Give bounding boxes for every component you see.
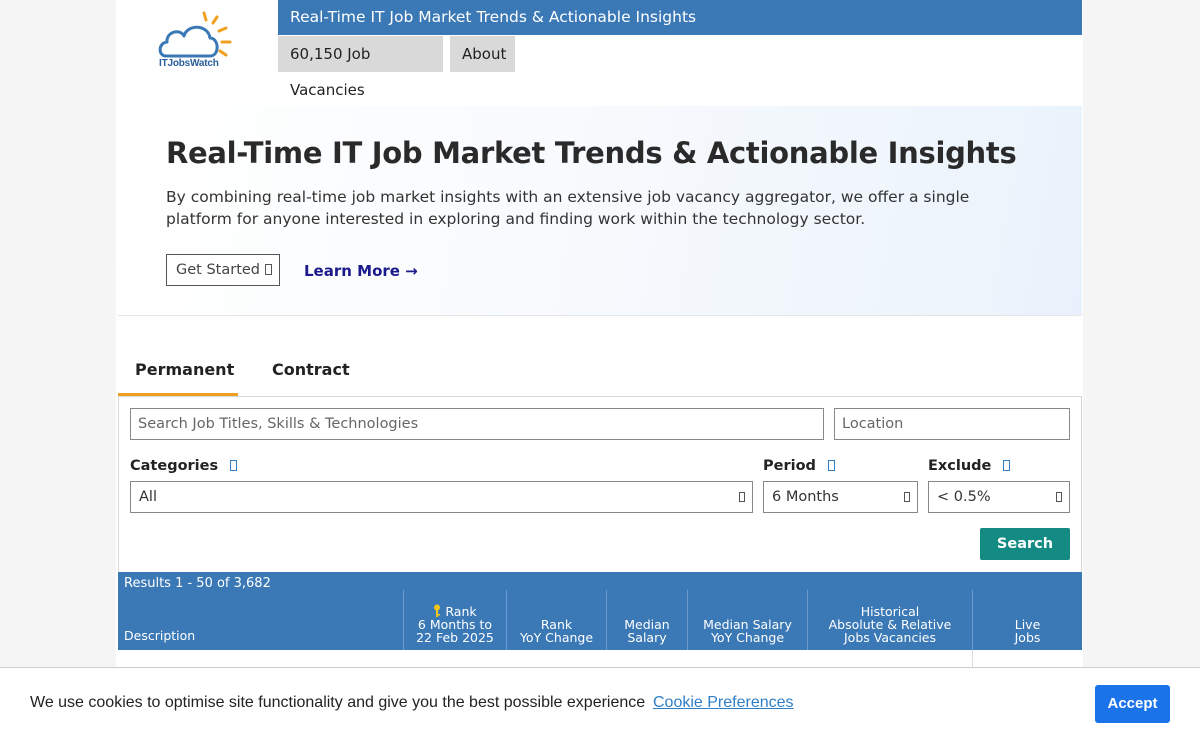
- info-icon[interactable]: [827, 460, 835, 471]
- hero-description: By combining real-time job market insigh…: [166, 188, 970, 228]
- period-value: 6 Months: [772, 489, 839, 505]
- categories-label-text: Categories: [130, 458, 219, 474]
- categories-select[interactable]: All: [130, 481, 753, 513]
- hero-heading: Real-Time IT Job Market Trends & Actiona…: [166, 136, 1017, 170]
- learn-more-link[interactable]: Learn More →: [304, 262, 418, 280]
- column-medyoy-line2: YoY Change: [710, 630, 785, 645]
- hero-section: Real-Time IT Job Market Trends & Actiona…: [118, 106, 1082, 316]
- missing-glyph-icon: [265, 264, 272, 275]
- search-button[interactable]: Search: [980, 528, 1070, 560]
- cookie-accept-button[interactable]: Accept: [1095, 685, 1170, 723]
- dropdown-icon: [739, 492, 745, 502]
- info-icon[interactable]: [1003, 460, 1011, 471]
- exclude-label: Exclude: [928, 458, 1011, 474]
- column-median-salary[interactable]: Median Salary: [606, 590, 687, 650]
- column-rank[interactable]: Rank 6 Months to 22 Feb 2025: [403, 590, 506, 650]
- page-container: ITJobsWatch Real-Time IT Job Market Tren…: [116, 0, 1083, 740]
- location-input[interactable]: Location: [834, 408, 1070, 440]
- info-icon[interactable]: [230, 460, 238, 471]
- site-title-bar: Real-Time IT Job Market Trends & Actiona…: [278, 0, 1082, 35]
- column-hist-line3: Jobs Vacancies: [844, 630, 936, 645]
- period-select[interactable]: 6 Months: [763, 481, 918, 513]
- period-label: Period: [763, 458, 835, 474]
- dropdown-icon: [904, 492, 910, 502]
- column-description[interactable]: Description: [124, 628, 195, 643]
- logo-text: ITJobsWatch: [159, 58, 219, 69]
- search-input[interactable]: Search Job Titles, Skills & Technologies: [130, 408, 824, 440]
- exclude-select[interactable]: < 0.5%: [928, 481, 1070, 513]
- results-count: Results 1 - 50 of 3,682: [124, 576, 271, 591]
- column-rank-yoy-line2: YoY Change: [519, 630, 594, 645]
- column-historical[interactable]: Historical Absolute & Relative Jobs Vaca…: [807, 590, 972, 650]
- tab-permanent[interactable]: Permanent: [135, 360, 234, 379]
- exclude-value: < 0.5%: [937, 489, 991, 505]
- tab-contract[interactable]: Contract: [272, 360, 350, 379]
- column-median-line2: Salary: [627, 630, 667, 645]
- column-rank-line3: 22 Feb 2025: [416, 630, 494, 645]
- column-rank-line1: Rank: [404, 604, 506, 618]
- get-started-button[interactable]: Get Started: [166, 254, 280, 286]
- results-table-header: Results 1 - 50 of 3,682 Description Rank…: [118, 572, 1082, 650]
- column-rank-yoy[interactable]: Rank YoY Change: [506, 590, 606, 650]
- period-label-text: Period: [763, 458, 816, 474]
- column-median-salary-yoy[interactable]: Median Salary YoY Change: [687, 590, 807, 650]
- categories-label: Categories: [130, 458, 238, 474]
- categories-value: All: [139, 489, 157, 505]
- nav-job-vacancies[interactable]: 60,150 Job Vacancies: [278, 36, 443, 99]
- dropdown-icon: [1056, 492, 1062, 502]
- column-live-jobs[interactable]: Live Jobs: [972, 590, 1082, 650]
- cookie-banner: We use cookies to optimise site function…: [0, 667, 1200, 740]
- sort-key-icon: [434, 604, 441, 617]
- cookie-preferences-link[interactable]: Cookie Preferences: [653, 694, 794, 712]
- nav-about[interactable]: About: [450, 36, 515, 72]
- exclude-label-text: Exclude: [928, 458, 992, 474]
- cookie-message: We use cookies to optimise site function…: [30, 694, 646, 711]
- column-live-line2: Jobs: [1014, 630, 1041, 645]
- get-started-label: Get Started: [176, 262, 260, 278]
